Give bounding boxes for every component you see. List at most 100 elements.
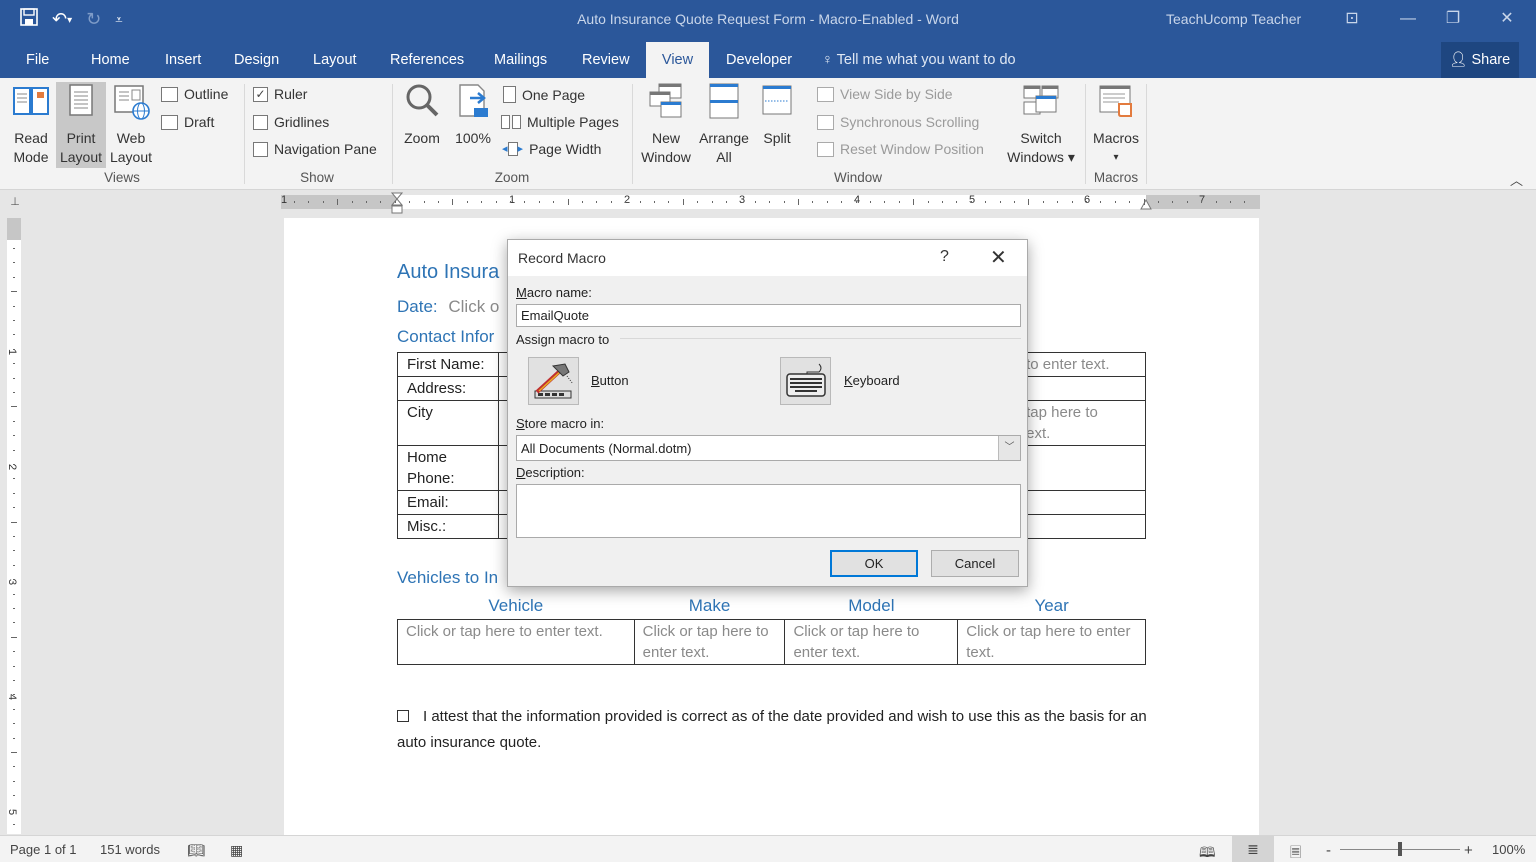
read-mode-button[interactable]: Read Mode — [6, 82, 56, 167]
proofing-icon[interactable]: 📖︎ — [187, 842, 205, 859]
undo-icon[interactable]: ↶▾ — [52, 9, 72, 30]
make-cell[interactable]: Click or tap here to enter text. — [633, 619, 786, 665]
column-header: Model — [848, 596, 895, 615]
tab-insert[interactable]: Insert — [153, 42, 213, 78]
view-side-by-side-label: View Side by Side — [840, 86, 953, 102]
macro-name-input[interactable]: EmailQuote — [516, 304, 1021, 327]
save-icon[interactable] — [20, 8, 38, 31]
attest-checkbox[interactable] — [397, 710, 409, 722]
ruler-tick — [1014, 201, 1015, 203]
page-width-button[interactable]: ◂ ▸ Page Width — [502, 141, 601, 157]
zoom-100-button[interactable]: 100% — [452, 82, 494, 148]
store-macro-select[interactable]: All Documents (Normal.dotm) ﹀ — [516, 435, 1021, 461]
assign-keyboard-button[interactable] — [780, 357, 831, 405]
ruler-tick — [870, 201, 871, 203]
ruler-tick — [13, 492, 15, 494]
horizontal-ruler[interactable]: 1 1 2 3 4 5 6 7 — [281, 192, 1260, 214]
tab-mailings[interactable]: Mailings — [482, 42, 559, 78]
read-mode-icon — [13, 87, 49, 115]
ruler-tick — [682, 199, 684, 205]
draft-button[interactable]: Draft — [161, 114, 214, 130]
zoom-100-label: 100% — [455, 130, 491, 146]
zoom-in-button[interactable]: + — [1464, 842, 1473, 859]
macros-button[interactable]: Macros ▾ — [1090, 82, 1142, 167]
page-count[interactable]: Page 1 of 1 — [10, 842, 77, 857]
ruler-tick — [13, 579, 15, 581]
navigation-pane-checkbox[interactable]: Navigation Pane — [253, 141, 377, 157]
collapse-ribbon-icon[interactable]: ︿ — [1510, 170, 1523, 189]
right-indent-marker-icon[interactable] — [1140, 198, 1152, 210]
zoom-slider-thumb[interactable] — [1398, 842, 1402, 856]
ruler-tick — [985, 201, 987, 203]
dialog-title-bar[interactable]: Record Macro ? ✕ — [508, 240, 1027, 276]
indent-marker-icon[interactable] — [391, 192, 403, 216]
input-cell[interactable] — [1016, 376, 1146, 401]
zoom-button[interactable]: Zoom — [398, 82, 446, 148]
tab-developer[interactable]: Developer — [714, 42, 804, 78]
tab-home[interactable]: Home — [79, 42, 142, 78]
ruler-tick — [13, 766, 15, 768]
multiple-pages-button[interactable]: Multiple Pages — [501, 114, 619, 130]
arrange-all-button[interactable]: Arrange All — [696, 82, 752, 167]
vertical-ruler[interactable]: 1 2 3 4 5 — [6, 218, 21, 834]
tab-file[interactable]: File — [14, 42, 61, 78]
ruler-checkbox[interactable]: ✓ Ruler — [253, 86, 307, 102]
split-button[interactable]: Split — [756, 82, 798, 148]
zoom-percent[interactable]: 100% — [1492, 842, 1525, 857]
read-mode-view-icon[interactable]: 🕮︎ — [1199, 842, 1216, 862]
ribbon-tabs: File Home Insert Design Layout Reference… — [0, 40, 1536, 78]
user-name[interactable]: TeachUcomp Teacher — [1166, 11, 1301, 27]
one-page-button[interactable]: One Page — [503, 86, 585, 103]
tab-design[interactable]: Design — [222, 42, 291, 78]
page-width-icon: ◂ ▸ — [502, 142, 524, 157]
gridlines-checkbox[interactable]: Gridlines — [253, 114, 329, 130]
zoom-out-button[interactable]: - — [1326, 842, 1331, 859]
model-cell[interactable]: Click or tap here to enter text. — [784, 619, 959, 665]
description-textarea[interactable] — [516, 484, 1021, 538]
input-cell[interactable]: tap here to ext. — [1016, 400, 1146, 446]
print-layout-view-icon[interactable]: ≣ — [1232, 836, 1274, 862]
share-button[interactable]: 👤︎ Share — [1441, 42, 1519, 78]
synchronous-scrolling-label: Synchronous Scrolling — [840, 114, 980, 130]
arrange-all-label-1: Arrange — [699, 130, 749, 146]
document-title[interactable]: Auto Insura — [397, 261, 499, 284]
ruler-tick — [582, 201, 583, 203]
date-line[interactable]: Date: Click o — [397, 297, 499, 317]
arrange-all-icon — [709, 83, 739, 119]
new-window-icon — [649, 83, 682, 118]
input-cell[interactable] — [1016, 445, 1146, 491]
tab-review[interactable]: Review — [570, 42, 642, 78]
tab-view[interactable]: View — [646, 42, 709, 78]
ribbon-display-options-icon[interactable]: ⊡ — [1332, 6, 1372, 32]
assign-button-button[interactable] — [528, 357, 579, 405]
switch-windows-button[interactable]: Switch Windows ▾ — [1004, 82, 1078, 167]
restore-button[interactable]: ❐ — [1433, 6, 1473, 32]
tab-selector-icon[interactable]: ⊥ — [6, 195, 24, 211]
close-icon[interactable]: ✕ — [990, 245, 1007, 270]
print-layout-button[interactable]: Print Layout — [56, 82, 106, 168]
outline-button[interactable]: Outline — [161, 86, 228, 102]
cancel-button[interactable]: Cancel — [931, 550, 1019, 577]
ruler-tick — [1129, 201, 1131, 203]
tab-references[interactable]: References — [378, 42, 476, 78]
input-cell[interactable]: to enter text. — [1016, 352, 1146, 377]
new-window-button[interactable]: New Window — [638, 82, 694, 167]
close-window-button[interactable]: ✕ — [1487, 6, 1527, 32]
chevron-down-icon[interactable]: ﹀ — [998, 436, 1020, 460]
tab-layout[interactable]: Layout — [301, 42, 369, 78]
vehicle-cell[interactable]: Click or tap here to enter text. — [397, 619, 635, 665]
web-layout-view-icon[interactable]: 🗏︎ — [1290, 842, 1301, 862]
date-placeholder[interactable]: Click o — [448, 297, 499, 316]
help-icon[interactable]: ? — [940, 248, 949, 266]
minimize-button[interactable]: — — [1388, 6, 1428, 32]
input-cell[interactable] — [1016, 490, 1146, 515]
tell-me-search[interactable]: ♀︎ Tell me what you want to do — [822, 42, 1016, 78]
ruler-number: 3 — [739, 194, 746, 206]
input-cell[interactable] — [1016, 514, 1146, 539]
year-cell[interactable]: Click or tap here to enter text. — [957, 619, 1146, 665]
word-count[interactable]: 151 words — [100, 842, 160, 857]
macro-recording-icon[interactable]: ▦ — [230, 842, 243, 859]
customize-qat-icon[interactable]: ⩡ — [115, 12, 122, 28]
web-layout-button[interactable]: Web Layout — [107, 82, 155, 167]
ok-button[interactable]: OK — [830, 550, 918, 577]
